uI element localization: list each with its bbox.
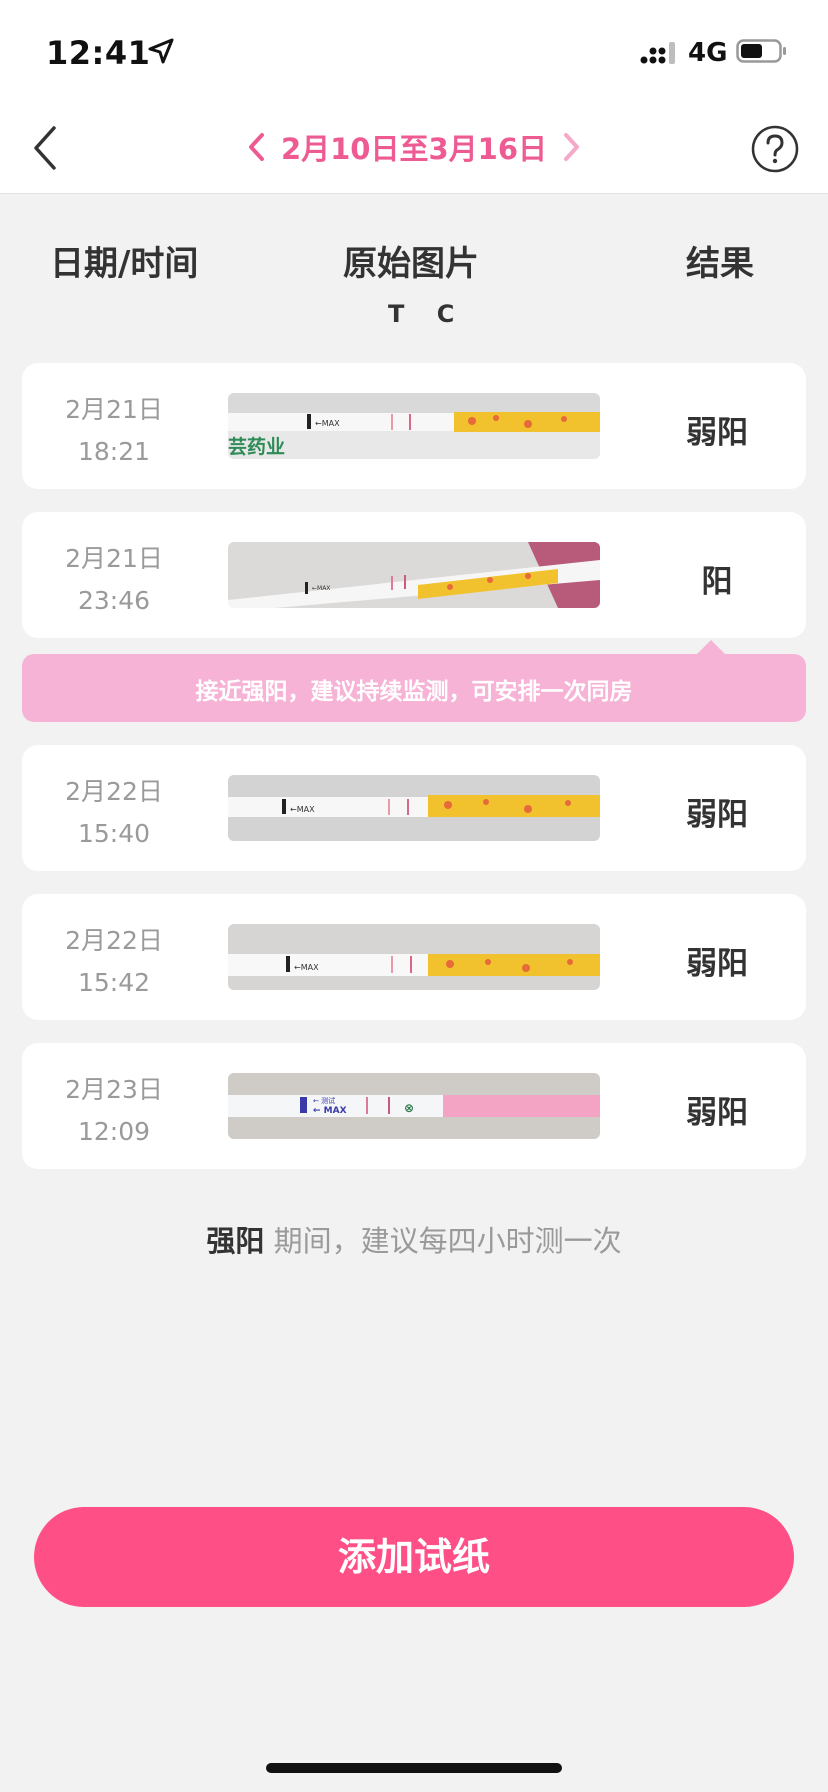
record-card[interactable]: 2月23日 12:09 ← 测试 ← MAX ⊗ 弱阳: [22, 1043, 806, 1169]
record-result: 弱阳: [686, 1095, 748, 1131]
location-arrow-icon: [148, 38, 174, 64]
record-date: 2月23日: [65, 1075, 163, 1104]
prev-arrow-icon[interactable]: [246, 131, 268, 163]
record-datetime: 2月23日 12:09: [22, 1069, 206, 1153]
test-strip-image[interactable]: ←MAX: [228, 542, 600, 608]
status-bar: 12:41 4G: [0, 0, 828, 100]
test-strip-image[interactable]: ←MAX 芸药业: [228, 393, 600, 459]
date-range-label: 2月10日至3月16日: [280, 132, 548, 166]
help-icon[interactable]: [750, 124, 800, 174]
tooltip-banner: 接近强阳，建议持续监测，可安排一次同房: [22, 654, 806, 722]
signal-icon: [640, 42, 675, 64]
date-range-selector: 2月10日至3月16日: [0, 126, 828, 168]
add-test-strip-button[interactable]: 添加试纸: [34, 1507, 794, 1607]
record-time: 15:42: [77, 968, 151, 997]
tooltip-pointer: [696, 640, 726, 655]
record-date: 2月21日: [65, 544, 163, 573]
home-indicator[interactable]: [266, 1763, 562, 1773]
header-date-time: 日期/时间: [50, 244, 199, 284]
record-date: 2月22日: [65, 926, 163, 955]
svg-text:⊗: ⊗: [404, 1101, 414, 1115]
record-card[interactable]: 2月22日 15:40 ←MAX 弱阳: [22, 745, 806, 871]
record-result: 弱阳: [686, 946, 748, 982]
record-datetime: 2月22日 15:40: [22, 771, 206, 855]
test-strip-image[interactable]: ←MAX: [228, 775, 600, 841]
header-result: 结果: [686, 244, 754, 284]
record-time: 23:46: [77, 586, 151, 615]
strip-brand-text: 芸药业: [228, 435, 285, 458]
record-result: 弱阳: [686, 415, 748, 451]
record-time: 18:21: [77, 437, 151, 466]
nav-bar: 2月10日至3月16日: [0, 100, 828, 194]
record-result: 阳: [701, 564, 733, 600]
tooltip-text: 接近强阳，建议持续监测，可安排一次同房: [195, 679, 633, 705]
record-card[interactable]: 2月21日 18:21 ←MAX 芸药业 弱阳: [22, 363, 806, 489]
record-card[interactable]: 2月21日 23:46 ←MAX 阳: [22, 512, 806, 638]
svg-text:←MAX: ←MAX: [290, 805, 315, 814]
test-strip-image[interactable]: ←MAX: [228, 924, 600, 990]
record-date: 2月22日: [65, 777, 163, 806]
record-result: 弱阳: [686, 797, 748, 833]
status-time: 12:41: [46, 34, 151, 72]
record-datetime: 2月22日 15:42: [22, 920, 206, 1004]
record-date: 2月21日: [65, 395, 163, 424]
next-arrow-icon[interactable]: [560, 131, 582, 163]
record-time: 15:40: [77, 819, 151, 848]
advice-highlight: 强阳: [206, 1224, 265, 1258]
svg-text:←MAX: ←MAX: [312, 585, 330, 592]
battery-icon: [736, 39, 786, 63]
svg-text:← MAX: ← MAX: [313, 1106, 347, 1116]
record-time: 12:09: [77, 1117, 151, 1146]
record-datetime: 2月21日 23:46: [22, 538, 206, 622]
header-original-image: 原始图片: [343, 244, 479, 284]
testing-advice: 强阳 期间，建议每四小时测一次: [0, 1218, 828, 1260]
svg-text:← 测试: ← 测试: [313, 1096, 335, 1105]
test-strip-image[interactable]: ← 测试 ← MAX ⊗: [228, 1073, 600, 1139]
svg-text:←MAX: ←MAX: [315, 419, 340, 428]
svg-text:←MAX: ←MAX: [294, 963, 319, 972]
record-card[interactable]: 2月22日 15:42 ←MAX 弱阳: [22, 894, 806, 1020]
record-datetime: 2月21日 18:21: [22, 389, 206, 473]
tc-line-label: T C: [388, 300, 467, 328]
advice-text: 期间，建议每四小时测一次: [264, 1224, 622, 1258]
network-label: 4G: [688, 38, 728, 68]
